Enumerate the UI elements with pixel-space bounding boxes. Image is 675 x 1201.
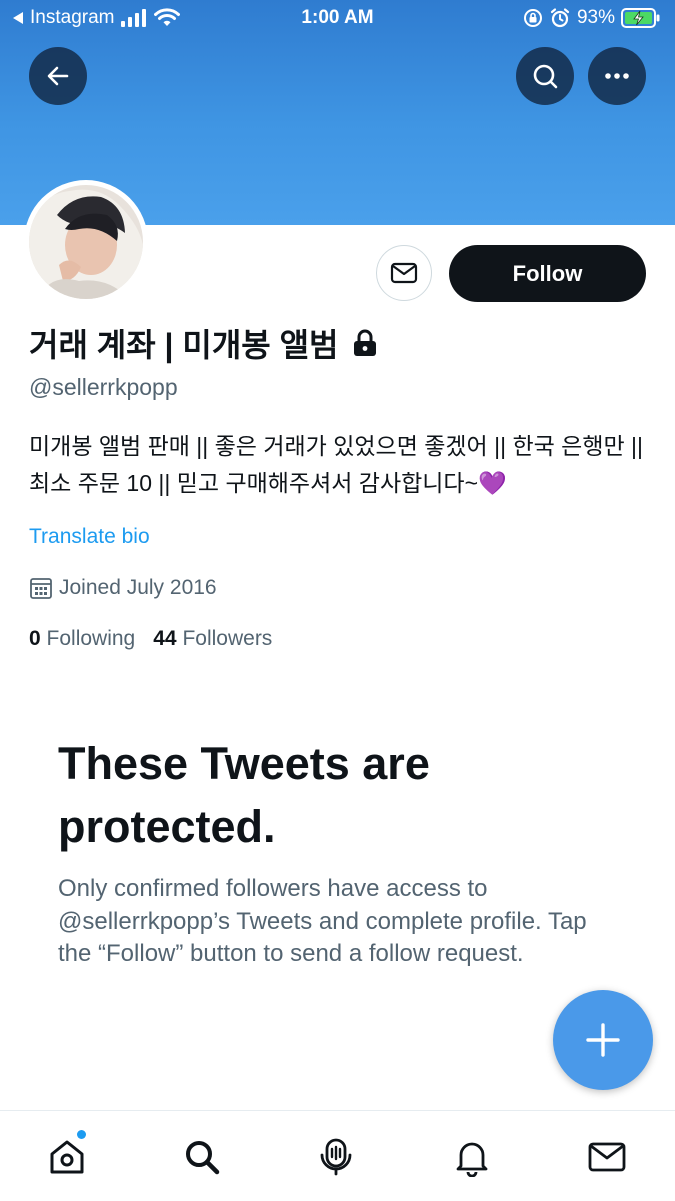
status-right: 93% [523,7,661,29]
compose-tweet-button[interactable] [553,990,653,1090]
avatar-image [29,185,143,299]
following-link[interactable]: 0 Following [29,627,135,651]
bio: 미개봉 앨범 판매 || 좋은 거래가 있었으면 좋겠어 || 한국 은행만 |… [29,433,643,496]
protected-body: Only confirmed followers have access to … [58,875,587,967]
search-icon [533,64,558,89]
follow-stats: 0 Following 44 Followers [29,627,272,651]
followers-count: 44 [153,627,177,650]
joined-date: Joined July 2016 [29,576,217,600]
more-button[interactable] [588,47,646,105]
back-button[interactable] [29,47,87,105]
spaces-microphone-icon [320,1138,352,1176]
mail-icon [390,262,418,284]
tab-spaces[interactable] [314,1135,358,1179]
more-horizontal-icon [605,73,629,79]
tab-bar [0,1110,675,1201]
battery-percent: 93% [576,7,615,28]
translate-bio-link[interactable]: Translate bio [29,525,150,549]
home-notification-dot [77,1130,86,1139]
search-icon [186,1141,220,1175]
display-name-text: 거래 계좌 | 미개봉 앨범 [29,327,339,363]
arrow-left-icon [47,66,69,86]
following-count: 0 [29,627,41,650]
home-icon [50,1140,84,1174]
handle: @sellerrkpopp [29,374,178,400]
bell-icon [456,1142,488,1177]
rotation-lock-icon [523,9,542,27]
followers-label: Followers [182,627,273,650]
follow-button[interactable]: Follow [449,245,646,302]
tab-home[interactable] [45,1135,89,1179]
message-button[interactable] [376,245,432,301]
mail-icon [588,1142,626,1172]
joined-text: Joined July 2016 [59,576,217,599]
status-bar: Instagram 1:00 AM 93% [0,0,675,38]
following-label: Following [46,627,136,650]
protected-title: These Tweets are protected. [58,738,430,852]
followers-link[interactable]: 44 Followers [153,627,272,651]
tab-messages[interactable] [585,1135,629,1179]
tab-notifications[interactable] [450,1135,494,1179]
calendar-icon [30,578,52,599]
tab-search[interactable] [180,1135,224,1179]
avatar-photo-icon [29,185,143,299]
plus-icon [586,1023,620,1057]
search-button[interactable] [516,47,574,105]
alarm-icon [550,8,570,28]
lock-icon [354,329,377,356]
display-name: 거래 계좌 | 미개봉 앨범 [29,320,378,366]
avatar[interactable] [24,180,148,304]
battery-charging-icon [621,8,660,28]
